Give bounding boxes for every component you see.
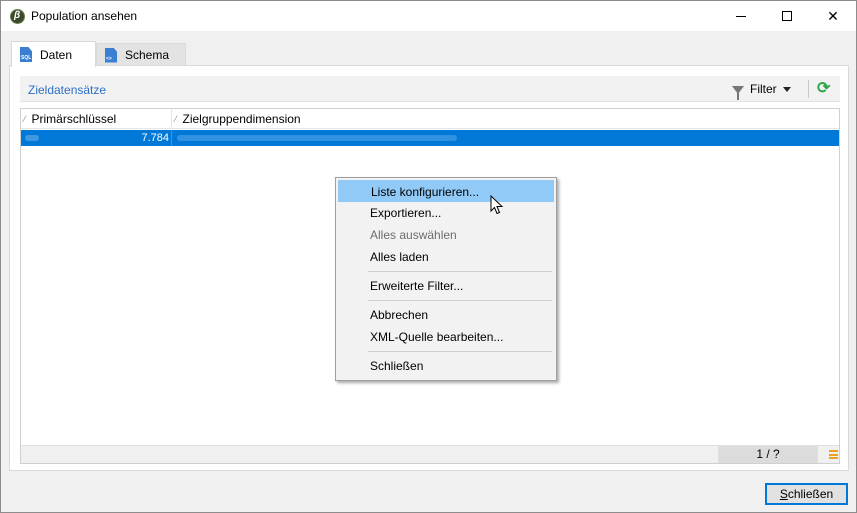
sql-file-icon-text: SQL xyxy=(21,55,32,61)
grid-status-bar: 1 / ? xyxy=(21,445,839,463)
mouse-cursor-icon xyxy=(490,195,504,215)
menu-item-advanced-filter[interactable]: Erweiterte Filter... xyxy=(338,275,554,297)
menu-separator xyxy=(338,297,554,304)
close-button[interactable]: Schließen xyxy=(765,483,848,505)
sort-icon: ⁄ xyxy=(24,114,26,124)
menu-separator xyxy=(338,348,554,355)
close-icon: ✕ xyxy=(827,7,839,24)
window-title: Population ansehen xyxy=(31,9,138,23)
column-header-label: Zielgruppendimension xyxy=(182,112,301,126)
cell-primary-key: 7.784 xyxy=(21,130,172,146)
page-counter: 1 / ? xyxy=(718,446,818,463)
minimize-button[interactable] xyxy=(718,1,764,31)
primary-key-value: 7.784 xyxy=(141,132,169,144)
menu-item-select-all: Alles auswählen xyxy=(370,228,457,242)
list-menu-icon[interactable] xyxy=(829,450,838,459)
xml-file-icon: <> xyxy=(105,47,117,63)
menu-item-export[interactable]: Exportieren... xyxy=(338,202,554,224)
table-row[interactable]: 7.784 xyxy=(21,130,839,146)
menu-item-edit-xml-source[interactable]: XML-Quelle bearbeiten... xyxy=(338,326,554,348)
maximize-button[interactable] xyxy=(764,1,810,31)
cell-target-dimension xyxy=(173,130,473,146)
menu-item-cancel[interactable]: Abbrechen xyxy=(338,304,554,326)
tab-schema-label: Schema xyxy=(125,48,170,62)
menu-item-load-all[interactable]: Alles laden xyxy=(338,246,554,268)
grid-header: ⁄ Primärschlüssel ⁄ Zielgruppendimension xyxy=(21,109,839,129)
dialog-window: β Population ansehen ✕ SQL Daten <> Sche… xyxy=(0,0,857,513)
minimize-icon xyxy=(736,15,746,17)
menu-item-close[interactable]: Schließen xyxy=(338,355,554,377)
chevron-down-icon xyxy=(782,86,791,92)
close-window-button[interactable]: ✕ xyxy=(810,1,856,31)
toolbar-separator xyxy=(808,80,809,98)
xml-file-icon-text: <> xyxy=(106,55,112,62)
filter-dropdown[interactable]: Filter xyxy=(732,76,791,102)
context-menu: Liste konfigurieren... Exportieren... Al… xyxy=(335,177,557,381)
menu-separator xyxy=(338,268,554,275)
app-icon: β xyxy=(10,9,25,24)
column-header-label: Primärschlüssel xyxy=(31,112,117,126)
list-title: Zieldatensätze xyxy=(28,83,107,97)
maximize-icon xyxy=(782,11,792,21)
tab-daten[interactable]: SQL Daten xyxy=(11,41,96,67)
column-header-primary-key[interactable]: ⁄ Primärschlüssel xyxy=(21,109,172,129)
sql-file-icon: SQL xyxy=(20,47,32,62)
tab-schema[interactable]: <> Schema xyxy=(96,43,186,66)
list-toolbar: Zieldatensätze Filter ⟳ xyxy=(20,76,840,102)
title-bar: β Population ansehen ✕ xyxy=(1,1,856,31)
close-button-mnemonic: S xyxy=(779,487,788,501)
close-button-label-rest: chließen xyxy=(787,487,834,501)
blurred-value xyxy=(177,135,457,141)
filter-label: Filter xyxy=(750,82,777,96)
column-header-target-dimension[interactable]: ⁄ Zielgruppendimension xyxy=(172,109,472,129)
refresh-icon[interactable]: ⟳ xyxy=(817,81,833,97)
menu-item-configure-list[interactable]: Liste konfigurieren... xyxy=(338,180,554,202)
sort-icon: ⁄ xyxy=(175,114,177,124)
blurred-value xyxy=(25,135,39,141)
filter-icon xyxy=(732,86,744,100)
tab-daten-label: Daten xyxy=(40,47,73,62)
